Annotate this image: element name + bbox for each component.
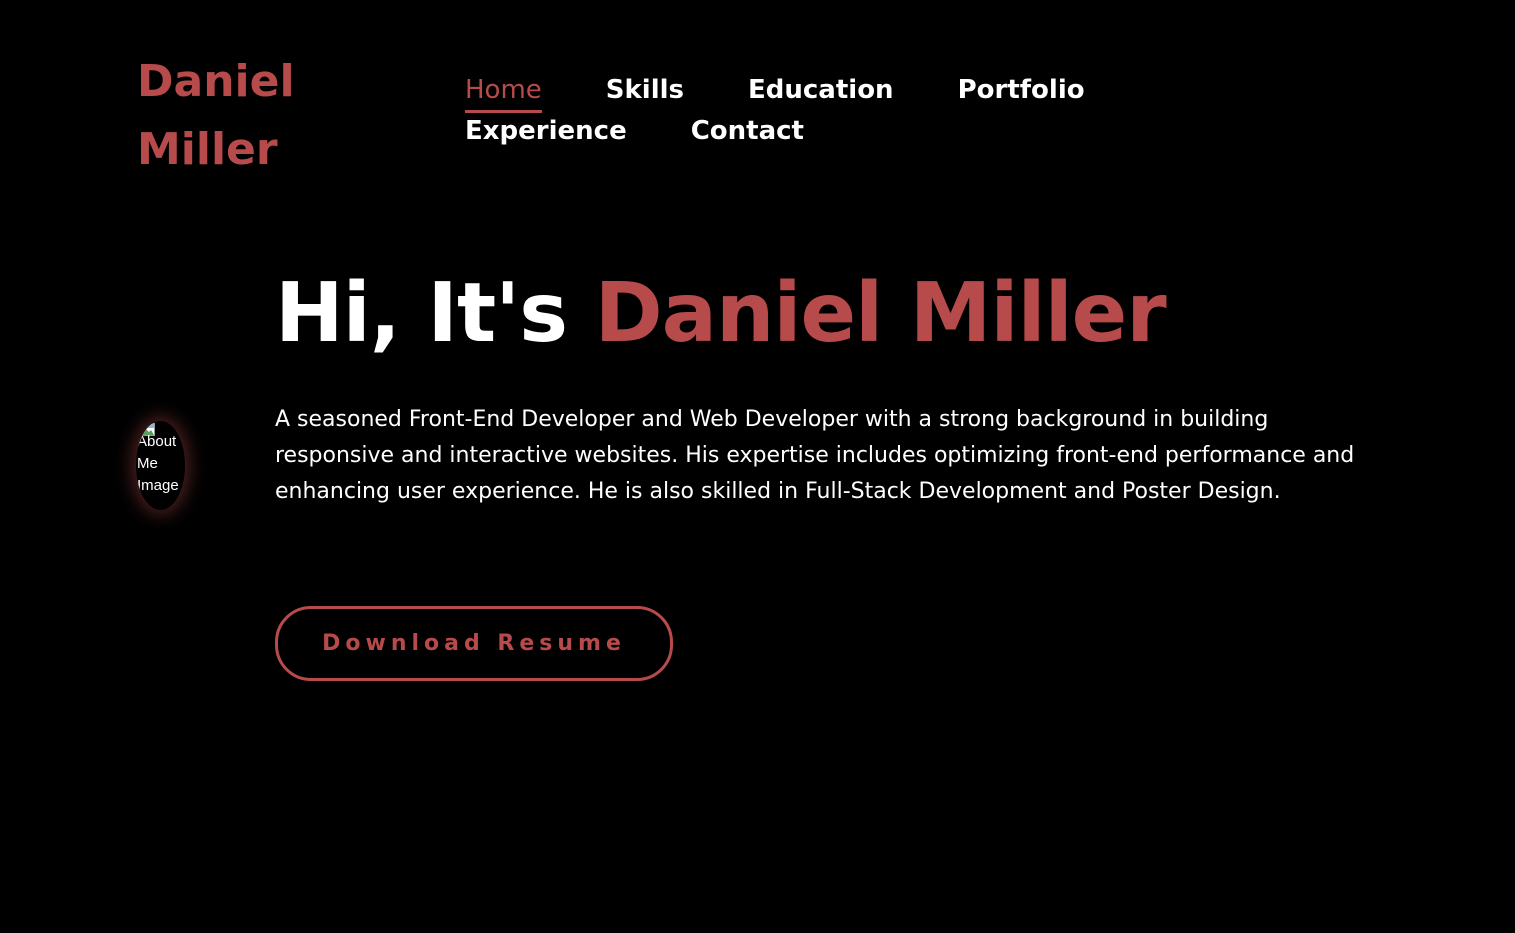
logo-last-name: Miller	[137, 124, 278, 175]
nav-item-portfolio[interactable]: Portfolio	[958, 70, 1085, 111]
main-nav: Home Skills Education Portfolio Experien…	[465, 70, 1365, 152]
nav-item-skills[interactable]: Skills	[606, 70, 684, 111]
nav-item-experience[interactable]: Experience	[465, 111, 627, 152]
avatar: About Me Image	[136, 421, 185, 510]
site-logo[interactable]: Daniel Miller	[137, 48, 357, 184]
download-resume-button[interactable]: Download Resume	[275, 606, 673, 681]
hero-title: Hi, It's Daniel Miller	[275, 262, 1167, 366]
hero-greeting: Hi, It's	[275, 266, 595, 361]
logo-first-name: Daniel	[137, 56, 295, 107]
avatar-alt-text: About Me Image	[137, 433, 179, 494]
nav-item-contact[interactable]: Contact	[691, 111, 804, 152]
nav-item-education[interactable]: Education	[748, 70, 894, 111]
hero-name: Daniel Miller	[594, 266, 1167, 361]
hero-description: A seasoned Front-End Developer and Web D…	[275, 407, 1355, 504]
page: Daniel Miller Home Skills Education Port…	[0, 0, 1515, 933]
nav-item-home[interactable]: Home	[465, 70, 542, 113]
